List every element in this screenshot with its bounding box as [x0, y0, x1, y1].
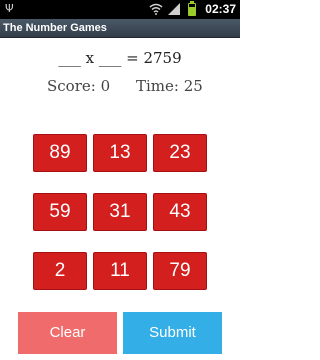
- number-button[interactable]: 2: [33, 252, 87, 290]
- equation-text: ___ x ___ = 2759: [58, 49, 182, 67]
- number-button[interactable]: 11: [93, 252, 147, 290]
- number-button[interactable]: 43: [153, 193, 207, 231]
- status-bar: Ψ 02:37: [0, 0, 240, 19]
- number-button[interactable]: 23: [153, 134, 207, 172]
- number-button[interactable]: 31: [93, 193, 147, 231]
- clear-button[interactable]: Clear: [18, 312, 117, 354]
- status-time: 02:37: [205, 2, 236, 16]
- number-button[interactable]: 59: [33, 193, 87, 231]
- number-button[interactable]: 13: [93, 134, 147, 172]
- wifi-icon: [149, 3, 163, 15]
- time-label: Time: 25: [136, 77, 203, 95]
- score-label: Score: 0: [47, 77, 111, 95]
- number-button[interactable]: 79: [153, 252, 207, 290]
- usb-icon: Ψ: [5, 2, 14, 15]
- number-button[interactable]: 89: [33, 134, 87, 172]
- app-title-bar: The Number Games: [0, 19, 240, 38]
- battery-icon: [188, 1, 196, 16]
- app-title: The Number Games: [3, 22, 107, 34]
- submit-button[interactable]: Submit: [123, 312, 222, 354]
- signal-icon: [168, 3, 180, 15]
